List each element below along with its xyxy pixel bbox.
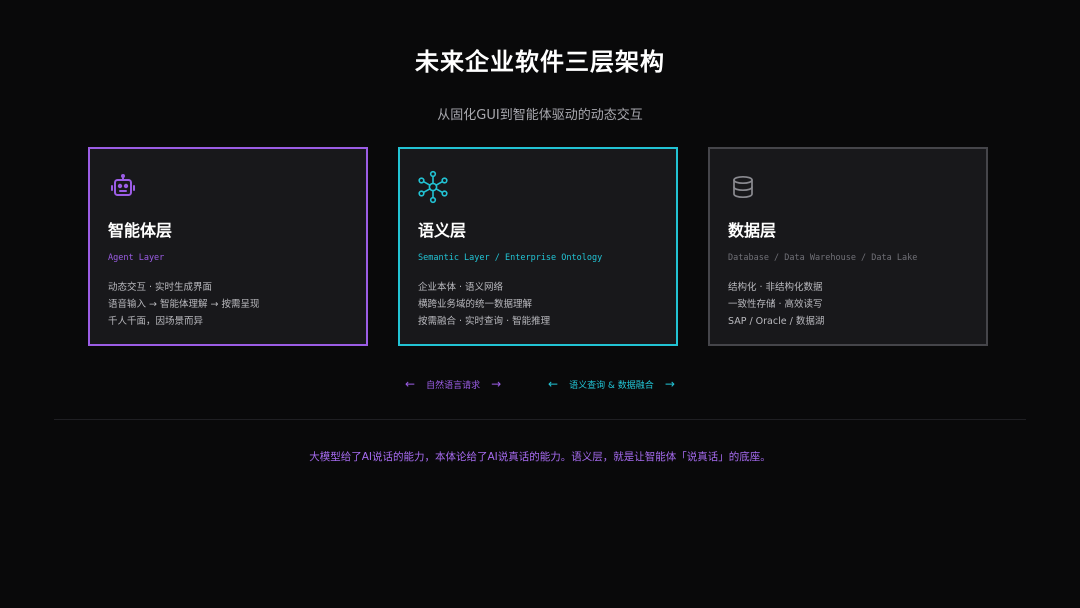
- description-line: 语音输入 → 智能体理解 → 按需呈现: [108, 299, 260, 310]
- description-line: 结构化 · 非结构化数据: [728, 282, 823, 293]
- description-line: 千人千面，因场景而异: [108, 316, 204, 327]
- description-line: 一致性存储 · 高效读写: [728, 299, 823, 310]
- arrow-right-icon: →: [664, 377, 675, 391]
- layer-english-name: Semantic Layer / Enterprise Ontology: [418, 253, 603, 263]
- layer-name: 数据层: [728, 221, 777, 240]
- description-line: 按需融合 · 实时查询 · 智能推理: [418, 316, 551, 327]
- layer-description: 动态交互 · 实时生成界面 语音输入 → 智能体理解 → 按需呈现 千人千面，因…: [108, 279, 260, 330]
- description-line: 动态交互 · 实时生成界面: [108, 282, 213, 293]
- data-layer-card: 数据层 Database / Data Warehouse / Data Lak…: [708, 147, 988, 346]
- flow-semantic-query: ← 语义查询 & 数据融合 →: [548, 376, 675, 392]
- database-icon: [729, 173, 757, 201]
- layer-description: 结构化 · 非结构化数据 一致性存储 · 高效读写 SAP / Oracle /…: [728, 279, 824, 330]
- layer-name: 智能体层: [108, 221, 173, 240]
- robot-icon: [109, 173, 137, 201]
- page-title: 未来企业软件三层架构: [415, 48, 665, 76]
- arrow-right-icon: →: [491, 377, 502, 391]
- footer-quote: 大模型给了AI说话的能力，本体论给了AI说真话的能力。语义层，就是让智能体「说真…: [309, 451, 771, 463]
- page-subtitle: 从固化GUI到智能体驱动的动态交互: [437, 108, 643, 123]
- description-line: SAP / Oracle / 数据湖: [728, 316, 825, 327]
- description-line: 企业本体 · 语义网络: [418, 282, 504, 293]
- semantic-layer-card: 语义层 Semantic Layer / Enterprise Ontology…: [398, 147, 678, 346]
- flow-label: 语义查询 & 数据融合: [569, 380, 654, 391]
- flow-label: 自然语言请求: [426, 380, 481, 391]
- arrow-left-icon: ←: [405, 377, 416, 391]
- network-icon: [418, 170, 448, 204]
- agent-layer-card: 智能体层 Agent Layer 动态交互 · 实时生成界面 语音输入 → 智能…: [88, 147, 368, 346]
- layer-name: 语义层: [418, 221, 467, 240]
- arrow-left-icon: ←: [548, 377, 559, 391]
- layer-english-name: Database / Data Warehouse / Data Lake: [728, 253, 918, 263]
- description-line: 横跨业务域的统一数据理解: [418, 299, 533, 310]
- layer-description: 企业本体 · 语义网络 横跨业务域的统一数据理解 按需融合 · 实时查询 · 智…: [418, 279, 550, 330]
- divider: [54, 419, 1026, 420]
- flow-natural-language: ← 自然语言请求 →: [405, 376, 501, 392]
- layer-english-name: Agent Layer: [108, 253, 165, 263]
